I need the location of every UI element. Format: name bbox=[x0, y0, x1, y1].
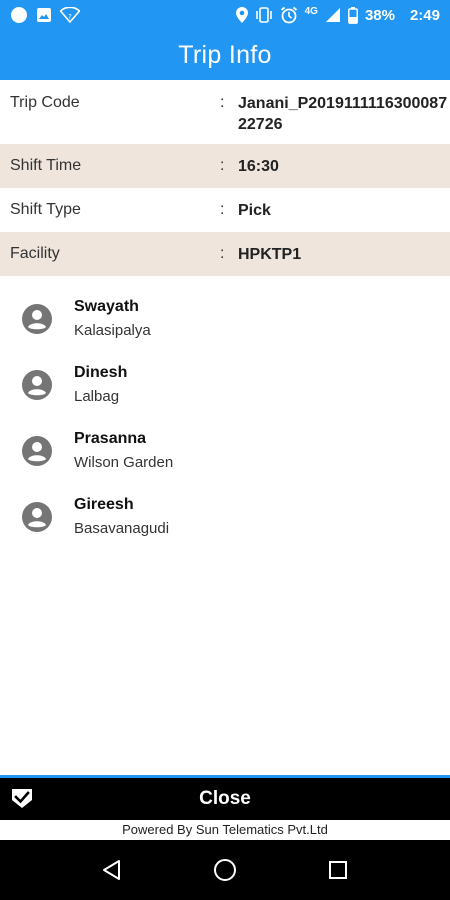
list-item[interactable]: Dinesh Lalbag bbox=[0, 356, 450, 422]
passenger-area: Lalbag bbox=[74, 388, 120, 405]
passenger-name: Gireesh bbox=[74, 496, 134, 513]
app-bar: Trip Info bbox=[0, 30, 450, 80]
image-icon bbox=[36, 7, 52, 23]
close-button[interactable]: Close bbox=[0, 778, 450, 820]
shift-type-label: Shift Type bbox=[10, 201, 81, 218]
clock-time: 2:49 bbox=[409, 6, 440, 24]
passenger-text: Gireesh Basavanagudi bbox=[74, 488, 169, 554]
passenger-list: Swayath Kalasipalya Dinesh Lalbag Prasan… bbox=[0, 290, 450, 554]
list-item[interactable]: Swayath Kalasipalya bbox=[0, 290, 450, 356]
facility-colon: : bbox=[220, 245, 225, 262]
close-button-label: Close bbox=[199, 788, 251, 809]
shift-type-value: Pick bbox=[238, 201, 271, 219]
passenger-area: Kalasipalya bbox=[74, 322, 151, 339]
checkbox-check-icon bbox=[10, 786, 34, 815]
passenger-area: Basavanagudi bbox=[74, 520, 170, 537]
network-type-label: 4G bbox=[304, 6, 318, 17]
account-circle-icon bbox=[0, 488, 74, 554]
home-icon[interactable] bbox=[200, 845, 250, 895]
facility-row: Facility : HPKTP1 bbox=[0, 232, 450, 276]
system-nav-bar bbox=[0, 840, 450, 900]
shift-time-colon: : bbox=[220, 157, 225, 174]
list-item[interactable]: Prasanna Wilson Garden bbox=[0, 422, 450, 488]
notification-dot-icon bbox=[10, 6, 28, 24]
facility-value: HPKTP1 bbox=[238, 245, 302, 263]
signal-icon bbox=[325, 7, 341, 23]
shift-type-colon: : bbox=[220, 201, 225, 218]
trip-code-value: Janani_P201911111630008722726 bbox=[238, 95, 448, 133]
svg-text:?: ? bbox=[68, 13, 72, 21]
page-title: Trip Info bbox=[178, 40, 272, 69]
facility-label: Facility bbox=[10, 245, 60, 262]
alarm-icon bbox=[280, 6, 298, 24]
passenger-area: Wilson Garden bbox=[74, 454, 174, 471]
vibrate-icon bbox=[255, 7, 273, 23]
status-right-icons: 4G 38% 2:49 bbox=[235, 6, 440, 24]
trip-code-row: Trip Code : Janani_P20191111163000872272… bbox=[0, 80, 450, 144]
trip-code-colon: : bbox=[220, 94, 225, 111]
battery-percent: 38% bbox=[364, 6, 395, 24]
recents-icon[interactable] bbox=[313, 845, 363, 895]
list-item[interactable]: Gireesh Basavanagudi bbox=[0, 488, 450, 554]
passenger-text: Swayath Kalasipalya bbox=[74, 290, 151, 356]
back-icon[interactable] bbox=[87, 845, 137, 895]
wifi-icon: ? bbox=[60, 7, 80, 23]
passenger-name: Prasanna bbox=[74, 430, 147, 447]
passenger-name: Swayath bbox=[74, 298, 139, 315]
passenger-text: Dinesh Lalbag bbox=[74, 356, 127, 422]
shift-type-row: Shift Type : Pick bbox=[0, 188, 450, 232]
account-circle-icon bbox=[0, 422, 74, 488]
account-circle-icon bbox=[0, 290, 74, 356]
trip-info-table: Trip Code : Janani_P20191111163000872272… bbox=[0, 80, 450, 276]
passenger-name: Dinesh bbox=[74, 364, 128, 381]
powered-by-text: Powered By Sun Telematics Pvt.Ltd bbox=[0, 820, 450, 840]
passenger-text: Prasanna Wilson Garden bbox=[74, 422, 173, 488]
shift-time-row: Shift Time : 16:30 bbox=[0, 144, 450, 188]
battery-icon bbox=[348, 6, 358, 24]
shift-time-label: Shift Time bbox=[10, 157, 82, 174]
status-bar: ? 4G 38% 2:49 bbox=[0, 0, 450, 30]
account-circle-icon bbox=[0, 356, 74, 422]
trip-code-label: Trip Code bbox=[10, 94, 80, 111]
location-icon bbox=[235, 7, 248, 23]
shift-time-value: 16:30 bbox=[238, 157, 279, 175]
status-left-icons: ? bbox=[10, 6, 80, 24]
